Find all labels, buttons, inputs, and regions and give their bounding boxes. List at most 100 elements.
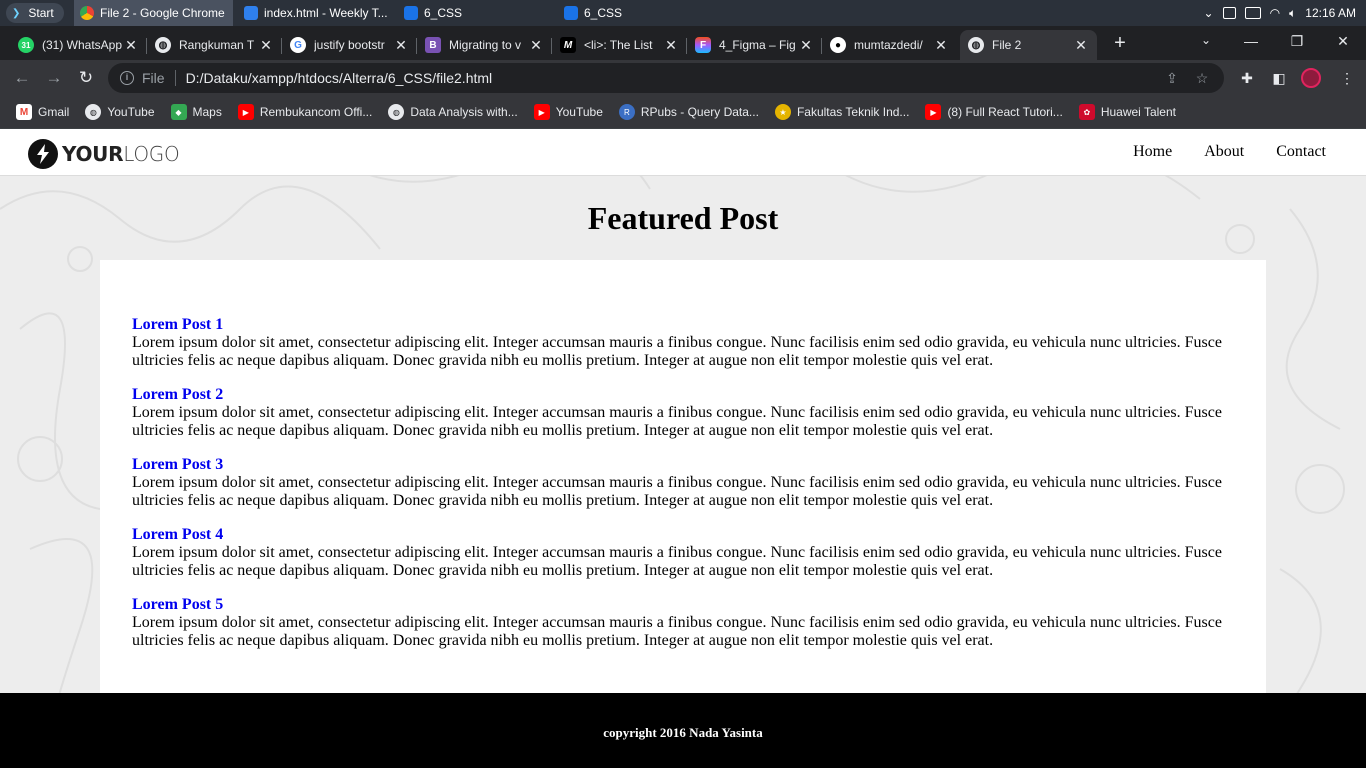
close-icon[interactable]: ✕ xyxy=(933,37,949,54)
minimize-button[interactable]: — xyxy=(1228,28,1274,54)
site-footer: copyright 2016 Nada Yasinta xyxy=(0,693,1366,768)
back-button[interactable]: ← xyxy=(10,66,34,90)
address-bar[interactable]: i File D:/Dataku/xampp/htdocs/Alterra/6_… xyxy=(108,63,1224,93)
battery-icon[interactable] xyxy=(1244,7,1261,19)
tab-title: justify bootstr xyxy=(314,38,385,52)
forward-button[interactable]: → xyxy=(42,66,66,90)
page-viewport: YOURLOGO Home About Contact Featured Pos… xyxy=(0,129,1366,768)
youtube-icon: ▶ xyxy=(533,104,550,120)
tab-search-chevron-icon[interactable]: ⌄ xyxy=(1196,33,1216,53)
taskbar-item-chrome[interactable]: File 2 - Google Chrome xyxy=(74,0,233,26)
close-icon[interactable]: ✕ xyxy=(258,37,274,54)
bookmark-react-tutorial[interactable]: ▶ (8) Full React Tutori... xyxy=(925,104,1063,120)
url-scheme: File xyxy=(142,70,165,86)
tab-file2-active[interactable]: ◍ File 2 ✕ xyxy=(960,30,1097,60)
whatsapp-icon: 31 xyxy=(18,37,34,53)
side-panel-icon[interactable]: ◧ xyxy=(1270,69,1288,87)
tab-mdn-li[interactable]: M <li>: The List ✕ xyxy=(552,30,687,60)
restore-button[interactable]: ❐ xyxy=(1274,28,1320,54)
taskbar-item-label: 6_CSS xyxy=(424,6,463,20)
profile-avatar[interactable] xyxy=(1301,68,1321,88)
reload-button[interactable]: ↻ xyxy=(74,66,98,90)
new-tab-button[interactable]: + xyxy=(1108,32,1132,56)
close-icon[interactable]: ✕ xyxy=(123,37,139,54)
bootstrap-icon: B xyxy=(425,37,441,53)
nav-about-link[interactable]: About xyxy=(1204,143,1244,161)
bookmark-gmail[interactable]: M Gmail xyxy=(16,104,69,120)
bookmark-label: (8) Full React Tutori... xyxy=(947,105,1063,119)
taskbar-item-folder[interactable]: 6_CSS xyxy=(398,0,548,26)
bookmark-huawei[interactable]: ✿ Huawei Talent xyxy=(1078,104,1176,120)
clock[interactable]: 12:16 AM xyxy=(1305,6,1356,20)
share-icon[interactable]: ⇪ xyxy=(1164,70,1180,86)
close-icon[interactable]: ✕ xyxy=(1073,37,1089,54)
tab-title: 4_Figma – Fig xyxy=(719,38,796,52)
tab-title: <li>: The List xyxy=(584,38,653,52)
maps-icon: ◆ xyxy=(170,104,187,120)
youtube-icon: ▶ xyxy=(237,104,254,120)
nav-contact-link[interactable]: Contact xyxy=(1276,143,1326,161)
post-title-link[interactable]: Lorem Post 2 xyxy=(132,386,1234,404)
taskbar-item-vscode[interactable]: index.html - Weekly T... xyxy=(238,0,393,26)
tab-rangkuman[interactable]: ◍ Rangkuman T ✕ xyxy=(147,30,282,60)
globe-icon: ◍ xyxy=(85,104,102,120)
figma-icon: F xyxy=(695,37,711,53)
start-button[interactable]: ❯ Start xyxy=(6,3,64,23)
site-logo[interactable]: YOURLOGO xyxy=(28,139,180,169)
taskbar-item-label: 6_CSS xyxy=(584,6,623,20)
close-window-button[interactable]: ✕ xyxy=(1320,28,1366,54)
post-item: Lorem Post 2 Lorem ipsum dolor sit amet,… xyxy=(132,386,1234,440)
tab-whatsapp[interactable]: 31 (31) WhatsApp ✕ xyxy=(10,30,147,60)
university-icon: ★ xyxy=(774,104,791,120)
close-icon[interactable]: ✕ xyxy=(528,37,544,54)
github-icon: ● xyxy=(830,37,846,53)
tab-figma[interactable]: F 4_Figma – Fig ✕ xyxy=(687,30,822,60)
post-item: Lorem Post 1 Lorem ipsum dolor sit amet,… xyxy=(132,316,1234,370)
huawei-icon: ✿ xyxy=(1078,104,1095,120)
close-icon[interactable]: ✕ xyxy=(663,37,679,54)
post-item: Lorem Post 3 Lorem ipsum dolor sit amet,… xyxy=(132,456,1234,510)
taskbar-item-folder[interactable]: 6_CSS xyxy=(558,0,708,26)
bookmark-label: Huawei Talent xyxy=(1100,105,1176,119)
start-label: Start xyxy=(28,6,54,20)
post-title-link[interactable]: Lorem Post 1 xyxy=(132,316,1234,334)
post-title-link[interactable]: Lorem Post 3 xyxy=(132,456,1234,474)
wifi-icon[interactable]: ◠ xyxy=(1270,6,1280,20)
bookmark-data-analysis[interactable]: ◍ Data Analysis with... xyxy=(388,104,518,120)
bookmark-youtube-2[interactable]: ▶ YouTube xyxy=(533,104,603,120)
tray-chevron-icon[interactable]: ⌄ xyxy=(1204,6,1214,20)
bookmark-fakultas[interactable]: ★ Fakultas Teknik Ind... xyxy=(774,104,910,120)
bookmark-label: Gmail xyxy=(38,105,70,119)
bookmark-rpubs[interactable]: R RPubs - Query Data... xyxy=(618,104,759,120)
tablet-icon[interactable] xyxy=(1222,7,1236,19)
bookmark-label: Fakultas Teknik Ind... xyxy=(796,105,910,119)
tab-migrating[interactable]: B Migrating to v ✕ xyxy=(417,30,552,60)
tab-github[interactable]: ● mumtazdedi/ ✕ xyxy=(822,30,957,60)
close-icon[interactable]: ✕ xyxy=(798,37,814,54)
extensions-icon[interactable]: ✚ xyxy=(1238,69,1256,87)
tab-justify-bootstrap[interactable]: G justify bootstr ✕ xyxy=(282,30,417,60)
url-text[interactable]: D:/Dataku/xampp/htdocs/Alterra/6_CSS/fil… xyxy=(186,70,1164,86)
bookmark-rembukancom[interactable]: ▶ Rembukancom Offi... xyxy=(237,104,372,120)
youtube-icon: ▶ xyxy=(925,104,942,120)
post-body: Lorem ipsum dolor sit amet, consectetur … xyxy=(132,474,1222,509)
post-body: Lorem ipsum dolor sit amet, consectetur … xyxy=(132,334,1222,369)
mdn-icon: M xyxy=(560,37,576,53)
menu-kebab-icon[interactable]: ⋮ xyxy=(1338,69,1356,87)
info-icon[interactable]: i xyxy=(120,71,134,85)
folder-icon xyxy=(564,6,578,20)
start-icon: ❯ xyxy=(12,7,21,19)
taskbar-item-label: index.html - Weekly T... xyxy=(264,6,388,20)
bookmark-youtube[interactable]: ◍ YouTube xyxy=(85,104,155,120)
bookmark-maps[interactable]: ◆ Maps xyxy=(170,104,222,120)
bookmark-star-icon[interactable]: ☆ xyxy=(1194,70,1210,86)
volume-icon[interactable]: 🔈︎ xyxy=(1289,6,1296,21)
bookmark-label: Maps xyxy=(192,105,222,119)
tab-title: mumtazdedi/ xyxy=(854,38,923,52)
tab-title: Migrating to v xyxy=(449,38,522,52)
post-title-link[interactable]: Lorem Post 5 xyxy=(132,596,1234,614)
post-title-link[interactable]: Lorem Post 4 xyxy=(132,526,1234,544)
nav-home-link[interactable]: Home xyxy=(1133,143,1172,161)
close-icon[interactable]: ✕ xyxy=(393,37,409,54)
vscode-icon xyxy=(244,6,258,20)
